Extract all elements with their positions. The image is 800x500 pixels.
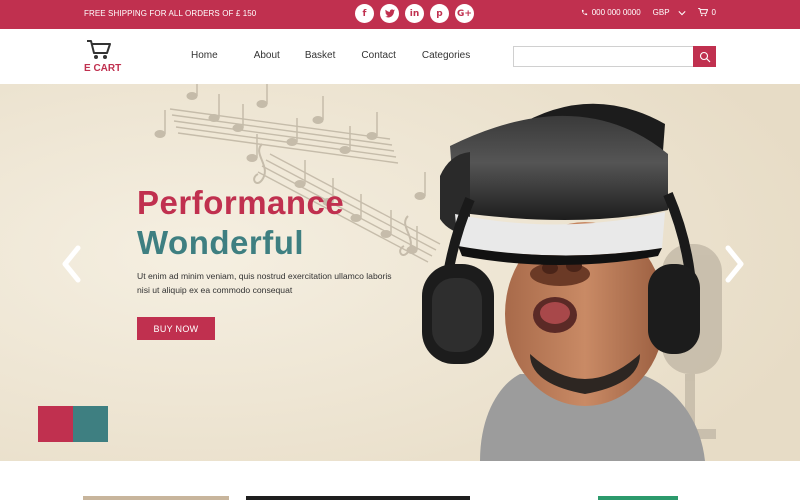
product-strip xyxy=(0,461,800,500)
hero-description: Ut enim ad minim veniam, quis nostrud ex… xyxy=(137,271,392,295)
nav-categories[interactable]: Categories xyxy=(422,50,470,61)
cart-count: 0 xyxy=(711,8,716,17)
search-input[interactable] xyxy=(513,46,693,67)
logo-text: E CART xyxy=(84,63,122,74)
facebook-icon[interactable]: f xyxy=(355,4,374,23)
logo-cart-icon xyxy=(87,40,111,59)
chevron-right-icon xyxy=(725,245,744,283)
phone-icon xyxy=(581,9,587,16)
search-icon xyxy=(699,51,710,62)
hero-headline-primary: Performance xyxy=(137,184,345,221)
product-thumbnail[interactable] xyxy=(83,496,229,500)
phone-link[interactable]: 000 000 0000 xyxy=(581,8,641,17)
twitter-icon[interactable] xyxy=(380,4,399,23)
slider-next-button[interactable] xyxy=(722,244,746,284)
nav-contact[interactable]: Contact xyxy=(361,50,395,61)
chevron-down-icon xyxy=(677,10,686,15)
nav-home[interactable]: Home xyxy=(191,50,218,61)
main-nav: Home About Basket Contact Categories xyxy=(191,50,470,61)
hero-slider: Performance Wonderful Ut enim ad minim v… xyxy=(0,84,800,461)
color-swatch-red[interactable] xyxy=(38,406,73,442)
nav-basket[interactable]: Basket xyxy=(305,50,336,61)
hero-image xyxy=(0,84,800,461)
color-swatch-teal[interactable] xyxy=(73,406,108,442)
product-thumbnail[interactable] xyxy=(598,496,678,500)
product-thumbnail[interactable] xyxy=(246,496,470,500)
hero-headline-secondary: Wonderful xyxy=(137,224,305,261)
chevron-left-icon xyxy=(62,245,81,283)
currency-value: GBP xyxy=(652,8,670,17)
search-bar xyxy=(513,46,716,67)
buy-now-button[interactable]: BUY NOW xyxy=(137,317,215,340)
search-button[interactable] xyxy=(693,46,716,67)
site-header: E CART Home About Basket Contact Categor… xyxy=(0,29,800,84)
cart-icon xyxy=(697,8,708,17)
social-links: f in p G+ xyxy=(355,4,474,23)
top-bar: FREE SHIPPING FOR ALL ORDERS OF £ 150 f … xyxy=(0,0,800,29)
nav-about[interactable]: About xyxy=(254,50,280,61)
linkedin-icon[interactable]: in xyxy=(405,4,424,23)
cart-link[interactable]: 0 xyxy=(697,8,716,17)
currency-select[interactable]: GBP xyxy=(653,8,686,17)
slider-prev-button[interactable] xyxy=(60,244,84,284)
shipping-notice: FREE SHIPPING FOR ALL ORDERS OF £ 150 xyxy=(84,9,257,18)
pinterest-icon[interactable]: p xyxy=(430,4,449,23)
google-plus-icon[interactable]: G+ xyxy=(455,4,474,23)
phone-number: 000 000 0000 xyxy=(591,8,641,17)
logo[interactable]: E CART xyxy=(84,39,124,75)
top-right-info: 000 000 0000 GBP 0 xyxy=(581,8,716,17)
